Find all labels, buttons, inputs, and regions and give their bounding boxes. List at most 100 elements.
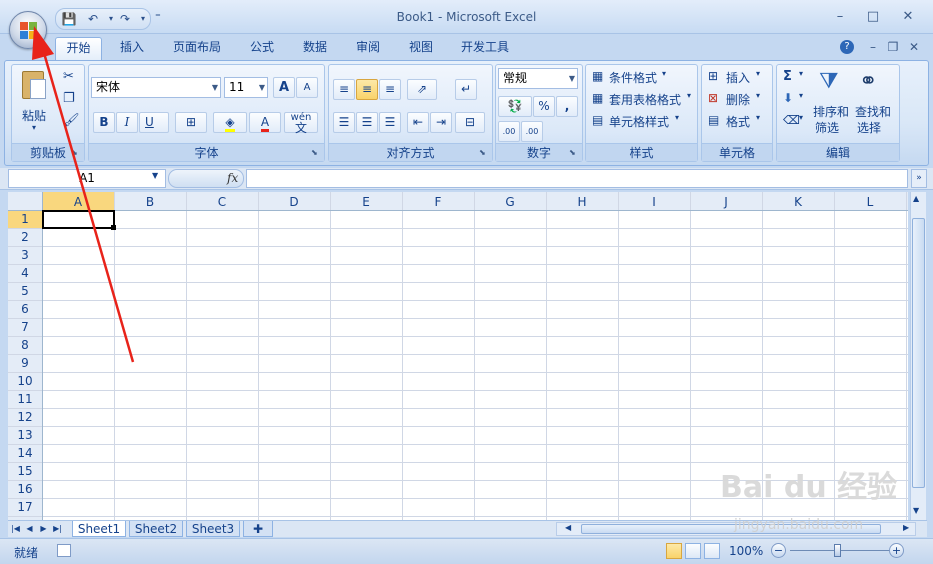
wrap-text-button[interactable]: ↵ (455, 79, 477, 100)
tab-data[interactable]: 数据 (293, 37, 337, 60)
align-center-button[interactable]: ☰ (356, 112, 378, 133)
row-header[interactable]: 14 (8, 444, 42, 462)
increase-indent-button[interactable]: ⇥ (430, 112, 452, 133)
zoom-slider-thumb[interactable] (834, 544, 841, 557)
name-box-dropdown-icon[interactable]: ▼ (152, 171, 158, 180)
column-header[interactable]: D (258, 193, 330, 211)
next-sheet-icon[interactable]: ▶ (38, 522, 49, 536)
formula-input[interactable] (246, 169, 908, 188)
format-cells-icon[interactable]: ▤ (708, 113, 719, 127)
expand-formula-bar-button[interactable]: » (911, 169, 927, 188)
find-select-label-1[interactable]: 查找和 (855, 103, 891, 120)
vertical-scroll-thumb[interactable] (912, 218, 925, 488)
font-name-combo[interactable]: 宋体 ▼ (91, 77, 221, 98)
close-window-button[interactable]: ✕ (896, 8, 920, 26)
conditional-format-button[interactable]: 条件格式 (609, 69, 657, 86)
page-break-view-button[interactable] (704, 543, 720, 559)
tab-home[interactable]: 开始 (55, 37, 102, 60)
column-header[interactable]: L (834, 193, 906, 211)
number-format-combo[interactable]: 常规 ▼ (498, 68, 578, 89)
bold-button[interactable]: B (93, 112, 115, 133)
format-painter-icon[interactable]: 🖌 (63, 113, 80, 128)
row-header[interactable]: 5 (8, 282, 42, 300)
align-top-button[interactable]: ≡ (333, 79, 355, 100)
column-header[interactable]: I (618, 193, 690, 211)
normal-view-button[interactable] (666, 543, 682, 559)
fill-icon[interactable]: ⬇ (783, 91, 793, 105)
orientation-button[interactable]: ⇗ (407, 79, 437, 100)
column-header[interactable]: F (402, 193, 474, 211)
row-header[interactable]: 4 (8, 264, 42, 282)
row-header[interactable]: 6 (8, 300, 42, 318)
sort-filter-label-1[interactable]: 排序和 (813, 103, 849, 120)
tab-page-layout[interactable]: 页面布局 (166, 37, 228, 60)
insert-cells-icon[interactable]: ⊞ (708, 69, 718, 83)
column-header[interactable]: G (474, 193, 546, 211)
chevron-down-icon[interactable]: ▾ (799, 69, 803, 78)
row-header[interactable]: 11 (8, 390, 42, 408)
row-header[interactable]: 9 (8, 354, 42, 372)
delete-cells-button[interactable]: 删除 (726, 91, 750, 108)
cell-styles-button[interactable]: 单元格样式 (609, 113, 669, 130)
increase-decimal-button[interactable]: .00 (498, 121, 520, 142)
column-header[interactable]: A (42, 193, 114, 211)
macro-record-icon[interactable] (57, 544, 71, 557)
name-box[interactable]: A1 (8, 169, 166, 188)
row-header[interactable]: 7 (8, 318, 42, 336)
chevron-down-icon[interactable]: ▾ (756, 69, 760, 78)
cell-styles-icon[interactable]: ▤ (592, 113, 603, 127)
column-header[interactable]: C (186, 193, 258, 211)
row-header[interactable]: 8 (8, 336, 42, 354)
tab-review[interactable]: 审阅 (346, 37, 390, 60)
sheet-tab-3[interactable]: Sheet3 (186, 521, 240, 537)
number-launcher-icon[interactable]: ⬊ (569, 148, 579, 158)
first-sheet-icon[interactable]: |◀ (10, 522, 21, 536)
clipboard-launcher-icon[interactable]: ⬊ (71, 148, 81, 158)
delete-cells-icon[interactable]: ⊠ (708, 91, 718, 105)
column-header[interactable]: J (690, 193, 762, 211)
decrease-indent-button[interactable]: ⇤ (407, 112, 429, 133)
align-left-button[interactable]: ☰ (333, 112, 355, 133)
decrease-decimal-button[interactable]: .00 (521, 121, 543, 142)
cut-icon[interactable]: ✂ (63, 69, 74, 84)
paste-icon[interactable] (20, 69, 48, 103)
chevron-down-icon[interactable]: ▾ (799, 113, 803, 122)
paste-label[interactable]: 粘贴 (22, 107, 46, 124)
insert-function-icon[interactable]: fx (227, 171, 238, 185)
page-layout-view-button[interactable] (685, 543, 701, 559)
tab-formulas[interactable]: 公式 (240, 37, 284, 60)
sheet-tab-1[interactable]: Sheet1 (72, 521, 126, 537)
copy-icon[interactable]: ❐ (63, 91, 75, 106)
underline-button[interactable]: U (139, 112, 169, 133)
fill-color-button[interactable]: ◈ (213, 112, 247, 133)
tab-view[interactable]: 视图 (399, 37, 443, 60)
column-header[interactable]: H (546, 193, 618, 211)
help-icon[interactable]: ? (840, 40, 854, 54)
zoom-slider-track[interactable] (790, 550, 892, 551)
row-header[interactable]: 10 (8, 372, 42, 390)
tab-insert[interactable]: 插入 (110, 37, 154, 60)
row-header[interactable]: 1 (8, 210, 42, 228)
find-select-label-2[interactable]: 选择 (857, 119, 881, 136)
office-button[interactable] (9, 11, 47, 49)
ribbon-restore-button[interactable]: ❐ (884, 39, 902, 55)
border-button[interactable]: ⊞ (175, 112, 207, 133)
row-header[interactable]: 16 (8, 480, 42, 498)
column-header[interactable]: K (762, 193, 834, 211)
font-launcher-icon[interactable]: ⬊ (311, 148, 321, 158)
font-color-button[interactable]: A (249, 112, 281, 133)
clear-icon[interactable]: ⌫ (783, 113, 800, 127)
ribbon-close-button[interactable]: ✕ (905, 39, 923, 55)
insert-cells-button[interactable]: 插入 (726, 69, 750, 86)
sort-filter-label-2[interactable]: 筛选 (815, 119, 839, 136)
zoom-level[interactable]: 100% (729, 544, 763, 558)
active-cell[interactable] (42, 210, 115, 229)
format-cells-button[interactable]: 格式 (726, 113, 750, 130)
italic-button[interactable]: I (116, 112, 138, 133)
row-header[interactable]: 13 (8, 426, 42, 444)
ribbon-minimize-button[interactable]: – (864, 39, 882, 55)
row-header[interactable]: 17 (8, 498, 42, 516)
grow-font-button[interactable]: A (273, 77, 295, 98)
tab-developer[interactable]: 开发工具 (452, 37, 518, 60)
percent-button[interactable]: % (533, 96, 555, 117)
